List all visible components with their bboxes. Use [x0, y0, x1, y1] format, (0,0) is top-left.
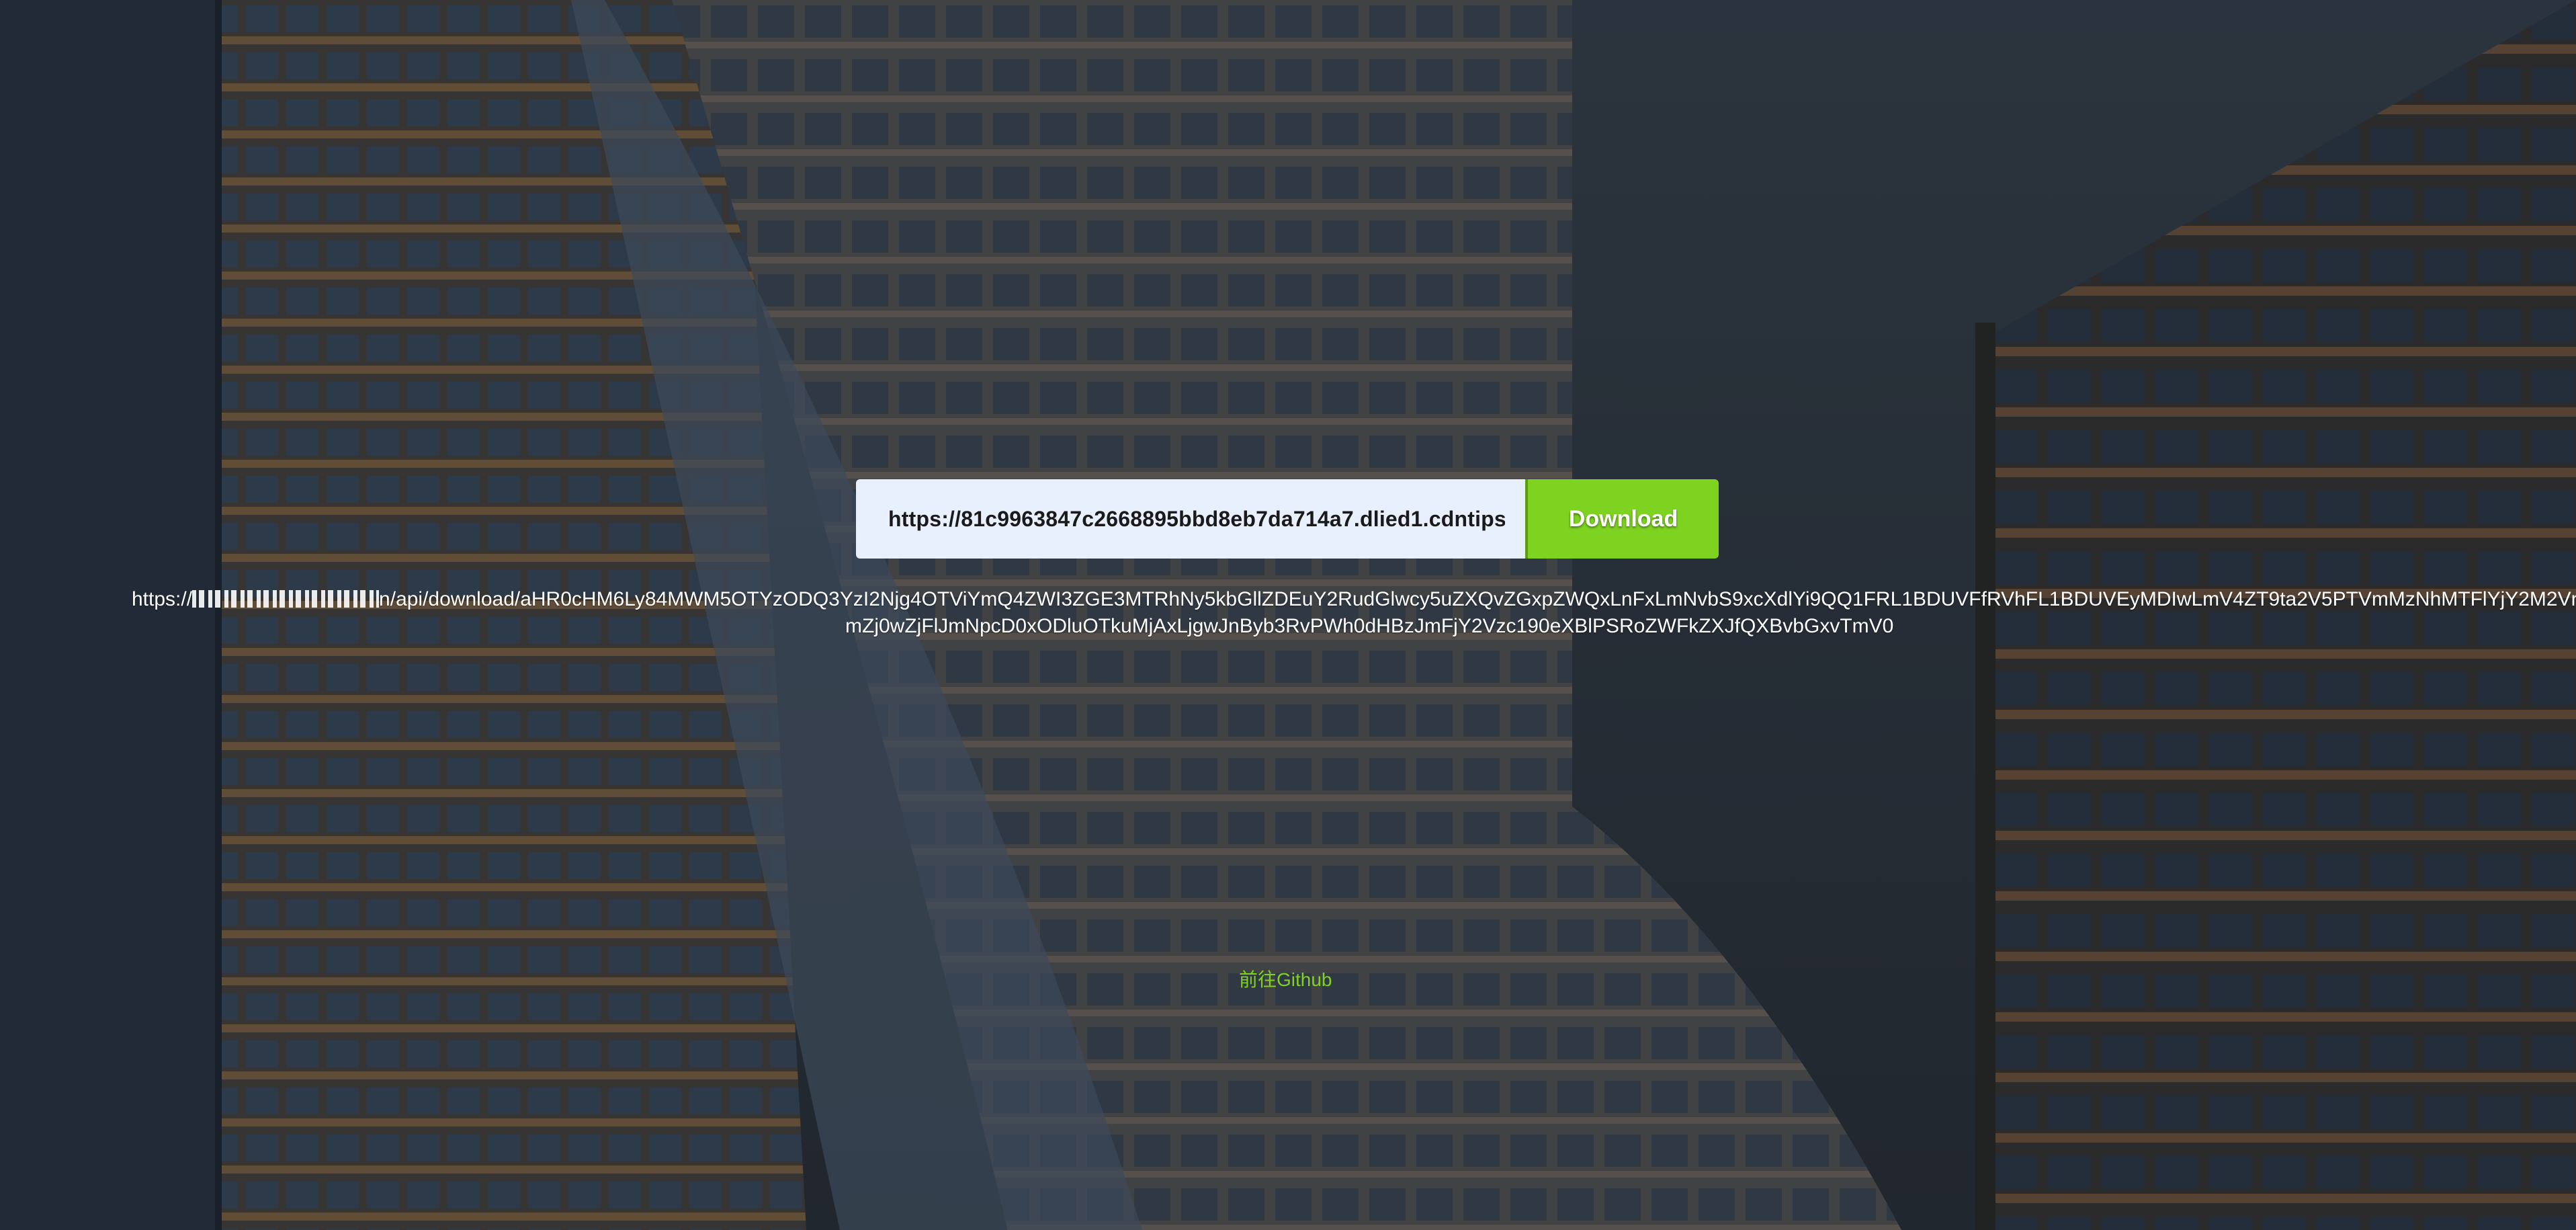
result-link-path: n/api/download/aHR0cHM6Ly84MWM5OTYzODQ3Y…: [379, 588, 2576, 610]
github-link[interactable]: 前往Github: [1239, 965, 1332, 992]
result-link-line-2: mZj0wZjFlJmNpcD0xODluOTkuMjAxLjgwJnByb3R…: [845, 615, 1894, 637]
download-button[interactable]: Download: [1525, 479, 1719, 559]
download-form: Download: [856, 479, 1719, 559]
result-link-prefix: https://: [132, 588, 193, 610]
result-download-link[interactable]: https:// n/api/download/aHR0cHM6Ly84MWM5O…: [132, 586, 2576, 640]
result-link-line-1: https:// n/api/download/aHR0cHM6Ly84MWM5O…: [132, 586, 2576, 613]
url-input[interactable]: [856, 479, 1525, 559]
redacted-domain: [192, 590, 380, 608]
